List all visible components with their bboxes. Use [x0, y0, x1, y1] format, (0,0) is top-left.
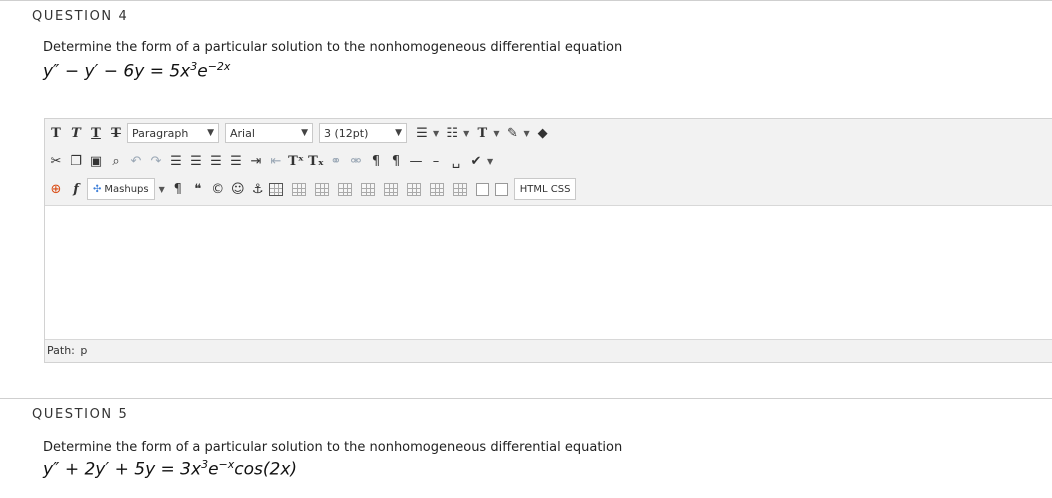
chevron-down-icon: ▼ [395, 128, 402, 138]
chevron-down-icon: ▼ [207, 128, 214, 138]
format-select[interactable]: Paragraph ▼ [127, 123, 219, 143]
table-props-icon[interactable] [494, 182, 508, 196]
table-delete-row-icon[interactable] [337, 182, 352, 196]
redo-icon[interactable]: ↷ [147, 151, 165, 171]
toolbar-row-2: ✂ ❐ ▣ ⌕ ↶ ↷ ☰ ☰ ☰ ☰ ⇥ ⇤ Tˣ Tₓ ⚭ ⚮ ¶ ¶ — … [47, 148, 497, 174]
chevron-down-icon[interactable]: ▼ [433, 129, 439, 138]
blockquote-icon[interactable]: ❝ [189, 179, 207, 199]
highlight-icon[interactable]: ✎ [503, 123, 521, 143]
add-content-icon[interactable]: ⊕ [47, 179, 65, 199]
copyright-icon[interactable]: © [209, 179, 227, 199]
copy-icon[interactable]: ❐ [67, 151, 85, 171]
nonbreaking-space-icon[interactable]: ␣ [447, 151, 465, 171]
bullet-list-icon[interactable]: ☰ [413, 123, 431, 143]
toolbar-row-3: ⊕ f ✣ Mashups ▼ ¶ ❝ © ☺ ⚓ HTML CSS [47, 176, 580, 202]
chevron-down-icon[interactable]: ▼ [523, 129, 529, 138]
mashups-icon: ✣ [93, 183, 102, 195]
chevron-down-icon[interactable]: ▼ [487, 157, 493, 166]
outdent-icon[interactable]: ⇤ [267, 151, 285, 171]
cut-icon[interactable]: ✂ [47, 151, 65, 171]
size-select[interactable]: 3 (12pt) ▼ [319, 123, 407, 143]
question-4-equation: y″ − y′ − 6y = 5x3e−2x [43, 60, 231, 82]
paragraph-mark-icon[interactable]: ¶ [169, 179, 187, 199]
anchor-icon[interactable]: ⚓ [249, 179, 267, 199]
math-formula-icon[interactable]: f [67, 179, 85, 199]
question-4-heading: QUESTION 4 [32, 9, 129, 24]
question-5-prompt: Determine the form of a particular solut… [43, 440, 623, 455]
table-split-cells-icon[interactable] [429, 182, 444, 196]
question-4-prompt: Determine the form of a particular solut… [43, 40, 623, 55]
chevron-down-icon[interactable]: ▼ [493, 129, 499, 138]
table-cell-props-icon[interactable] [475, 182, 489, 196]
table-merge-cells-icon[interactable] [452, 182, 467, 196]
numbered-list-icon[interactable]: ☷ [443, 123, 461, 143]
question-5-heading: QUESTION 5 [32, 407, 129, 422]
superscript-icon[interactable]: Tˣ [287, 151, 305, 171]
insert-table-icon[interactable] [268, 182, 283, 196]
link-icon[interactable]: ⚭ [327, 151, 345, 171]
html-css-icon: HTML CSS [519, 183, 571, 195]
paste-icon[interactable]: ▣ [87, 151, 105, 171]
question-5-header: QUESTION 5 [0, 398, 1052, 427]
dash-icon[interactable]: – [427, 151, 445, 171]
indent-icon[interactable]: ⇥ [247, 151, 265, 171]
mashups-button[interactable]: ✣ Mashups [87, 178, 155, 200]
table-delete-col-icon[interactable] [406, 182, 421, 196]
table-col-after-icon[interactable] [383, 182, 398, 196]
find-icon[interactable]: ⌕ [107, 151, 125, 171]
underline-icon[interactable]: T [87, 123, 105, 143]
spellcheck-icon[interactable]: ✔ [467, 151, 485, 171]
toolbar-row-1: T T T T Paragraph ▼ Arial ▼ 3 (12pt) ▼ ☰ ▼ ☷… [47, 120, 554, 146]
path-value: p [80, 344, 88, 357]
ltr-icon[interactable]: ¶ [367, 151, 385, 171]
path-label: Path: [47, 344, 75, 357]
unlink-icon[interactable]: ⚮ [347, 151, 365, 171]
font-select[interactable]: Arial ▼ [225, 123, 313, 143]
align-left-icon[interactable]: ☰ [167, 151, 185, 171]
table-row-after-icon[interactable] [314, 182, 329, 196]
chevron-down-icon[interactable]: ▼ [159, 185, 165, 194]
rtl-icon[interactable]: ¶ [387, 151, 405, 171]
html-css-button[interactable]: HTML CSS [513, 178, 577, 200]
editor-path-bar: Path: p [45, 339, 1052, 362]
eraser-icon[interactable]: ◆ [534, 123, 552, 143]
italic-icon[interactable]: T [67, 123, 85, 143]
question-5-equation: y″ + 2y′ + 5y = 3x3e−xcos(2x) [43, 458, 298, 480]
bold-icon[interactable]: T [47, 123, 65, 143]
text-color-icon[interactable]: T [473, 123, 491, 143]
align-right-icon[interactable]: ☰ [207, 151, 225, 171]
chevron-down-icon: ▼ [301, 128, 308, 138]
table-row-before-icon[interactable] [291, 182, 306, 196]
align-justify-icon[interactable]: ☰ [227, 151, 245, 171]
editor-toolbar: T T T T Paragraph ▼ Arial ▼ 3 (12pt) ▼ ☰ ▼ ☷… [45, 119, 1052, 206]
chevron-down-icon[interactable]: ▼ [463, 129, 469, 138]
undo-icon[interactable]: ↶ [127, 151, 145, 171]
subscript-icon[interactable]: Tₓ [307, 151, 325, 171]
answer-editor: T T T T Paragraph ▼ Arial ▼ 3 (12pt) ▼ ☰ ▼ ☷… [44, 118, 1052, 363]
horizontal-rule-icon[interactable]: — [407, 151, 425, 171]
emoticon-icon[interactable]: ☺ [229, 179, 247, 199]
table-col-before-icon[interactable] [360, 182, 375, 196]
question-4-header: QUESTION 4 [0, 0, 1052, 29]
align-center-icon[interactable]: ☰ [187, 151, 205, 171]
strikethrough-icon[interactable]: T [107, 123, 125, 143]
